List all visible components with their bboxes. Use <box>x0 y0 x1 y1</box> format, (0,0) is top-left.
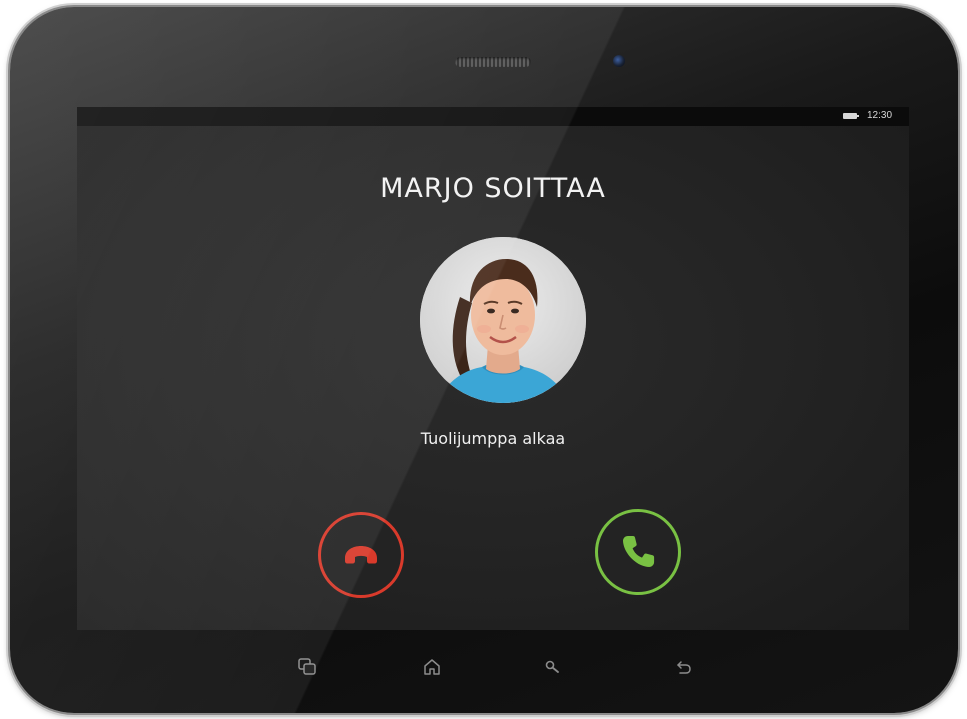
caller-avatar <box>420 237 586 403</box>
phone-answer-icon <box>623 536 655 567</box>
search-button[interactable] <box>541 655 565 679</box>
decline-call-button[interactable] <box>318 512 404 598</box>
accept-call-button[interactable] <box>595 509 681 595</box>
screen: 12:30 MARJO SOITTAA Tuolijumppa alkaa <box>77 107 909 630</box>
home-button[interactable] <box>420 655 444 679</box>
caller-title: MARJO SOITTAA <box>380 173 606 204</box>
phone-hangup-icon <box>345 546 377 564</box>
status-bar: 12:30 <box>77 107 909 126</box>
speaker-grille <box>455 57 531 67</box>
front-camera <box>613 55 625 67</box>
tablet-frame: 12:30 MARJO SOITTAA Tuolijumppa alkaa <box>10 7 958 713</box>
battery-icon <box>843 113 859 119</box>
recent-apps-icon <box>298 658 316 675</box>
search-icon <box>545 660 559 673</box>
back-button[interactable] <box>672 655 696 679</box>
navigation-bar <box>10 647 958 687</box>
status-time: 12:30 <box>867 110 893 121</box>
call-subtitle: Tuolijumppa alkaa <box>420 429 566 448</box>
recent-apps-button[interactable] <box>295 655 319 679</box>
home-icon <box>424 659 440 675</box>
caller-photo <box>420 237 586 403</box>
back-icon <box>677 661 691 674</box>
